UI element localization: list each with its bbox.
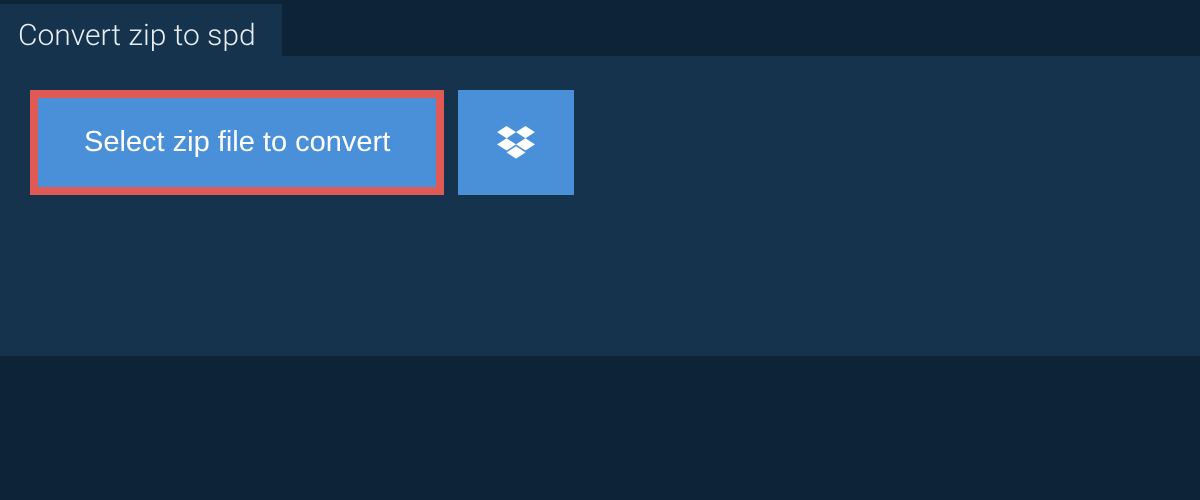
converter-panel: Select zip file to convert xyxy=(0,56,1200,356)
dropbox-button[interactable] xyxy=(458,90,574,195)
dropbox-icon xyxy=(497,126,535,160)
button-row: Select zip file to convert xyxy=(0,56,1200,229)
converter-container: Convert zip to spd Select zip file to co… xyxy=(0,56,1200,356)
select-file-button[interactable]: Select zip file to convert xyxy=(38,98,436,187)
tab-title-text: Convert zip to spd xyxy=(18,18,256,53)
select-file-label: Select zip file to convert xyxy=(84,126,390,158)
select-button-highlight: Select zip file to convert xyxy=(30,90,444,195)
